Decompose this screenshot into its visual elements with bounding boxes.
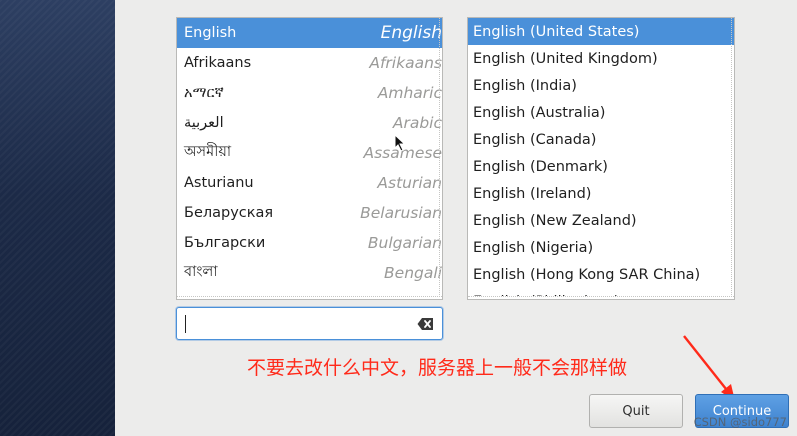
- locale-row[interactable]: English (Canada): [468, 126, 734, 153]
- language-search-input[interactable]: [183, 312, 408, 336]
- language-row[interactable]: Afrikaans Afrikaans: [177, 48, 442, 78]
- locale-row[interactable]: English (Nigeria): [468, 234, 734, 261]
- language-english-name: Amharic: [377, 84, 442, 102]
- locale-row[interactable]: English (Ireland): [468, 180, 734, 207]
- quit-button[interactable]: Quit: [589, 394, 683, 428]
- locale-row[interactable]: English (India): [468, 72, 734, 99]
- sidebar-panel: [0, 0, 115, 436]
- language-search-box[interactable]: [176, 307, 443, 340]
- locale-row[interactable]: English (Hong Kong SAR China): [468, 261, 734, 288]
- language-row[interactable]: বাংলা Bengali: [177, 258, 442, 288]
- watermark: CSDN @sido777: [693, 415, 787, 429]
- text-caret: [185, 315, 186, 333]
- language-list-bottom-edge: [177, 296, 442, 299]
- language-english-name: Belarusian: [360, 204, 442, 222]
- locale-row[interactable]: English (Denmark): [468, 153, 734, 180]
- locale-row[interactable]: English (United Kingdom): [468, 45, 734, 72]
- annotation-arrow-icon: [683, 335, 735, 401]
- language-english-name: Bengali: [384, 264, 442, 282]
- clear-text-icon[interactable]: [417, 317, 434, 331]
- language-row[interactable]: አማርኛ Amharic: [177, 78, 442, 108]
- locale-list-scroll-edge: [731, 18, 734, 299]
- language-row[interactable]: Asturianu Asturian: [177, 168, 442, 198]
- locale-list[interactable]: English (United States) English (United K…: [467, 17, 735, 300]
- mouse-pointer-icon: [394, 134, 406, 152]
- language-english-name: Bulgarian: [367, 234, 442, 252]
- locale-row[interactable]: English (United States): [468, 18, 734, 45]
- locale-row[interactable]: English (New Zealand): [468, 207, 734, 234]
- language-english-name: Arabic: [392, 114, 442, 132]
- language-english-name: Asturian: [377, 174, 442, 192]
- language-row[interactable]: Беларуская Belarusian: [177, 198, 442, 228]
- language-english-name: English: [380, 23, 442, 43]
- language-english-name: Afrikaans: [369, 54, 442, 72]
- language-row[interactable]: Български Bulgarian: [177, 228, 442, 258]
- language-list[interactable]: English English Afrikaans Afrikaans አማርኛ Amha…: [176, 17, 443, 300]
- language-row[interactable]: English English: [177, 18, 442, 48]
- locale-list-bottom-edge: [468, 296, 734, 299]
- language-list-scroll-edge: [439, 18, 442, 299]
- locale-row[interactable]: English (Australia): [468, 99, 734, 126]
- annotation-text: 不要去改什么中文，服务器上一般不会那样做: [247, 357, 628, 379]
